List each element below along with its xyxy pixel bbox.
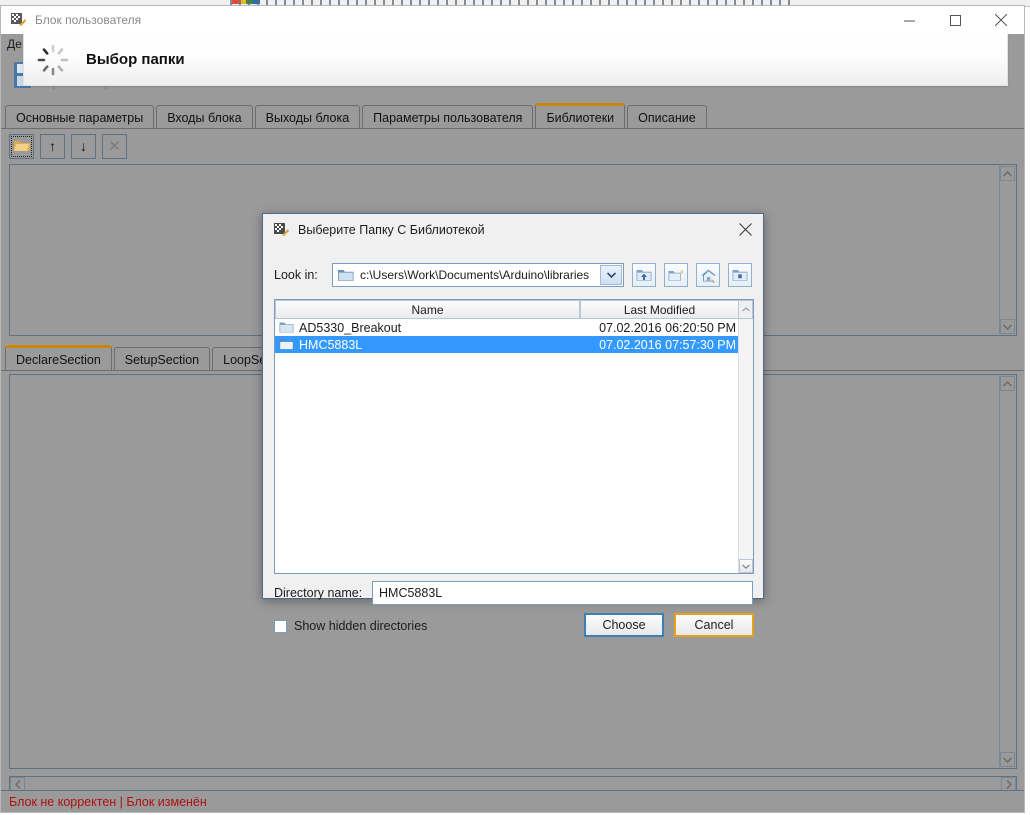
file-modified: 07.02.2016 07:57:30 PM	[599, 337, 736, 352]
table-row[interactable]: AD5330_Breakout 07.02.2016 06:20:50 PM	[275, 319, 739, 336]
maximize-icon[interactable]	[932, 6, 978, 34]
detail-view-button[interactable]	[728, 263, 752, 287]
splash-label: Выбор папки	[86, 51, 185, 68]
chevron-down-icon[interactable]	[739, 559, 753, 573]
show-hidden-directories-checkbox[interactable]: Show hidden directories	[274, 619, 427, 633]
file-list-header: Name Last Modified	[275, 300, 753, 319]
spinner-icon	[36, 43, 70, 77]
window-title: Блок пользователя	[35, 13, 142, 27]
close-icon[interactable]	[978, 6, 1024, 34]
lookin-row: Look in: c:\Users\Work\Documents\Arduino…	[274, 262, 754, 288]
close-x-icon: ✕	[108, 137, 121, 155]
tab-label: Основные параметры	[16, 110, 144, 125]
folder-chooser-dialog: Выберите Папку С Библиотекой Look in: c:…	[262, 213, 764, 637]
main-tabstrip: Основные параметры Входы блока Выходы бл…	[5, 103, 709, 129]
move-up-button[interactable]: ↑	[40, 133, 65, 159]
chevron-down-icon[interactable]	[600, 265, 622, 285]
button-label: Cancel	[694, 618, 734, 632]
lookin-value: c:\Users\Work\Documents\Arduino\librarie…	[360, 268, 590, 282]
new-folder-button[interactable]	[664, 263, 688, 287]
tab-declare-section[interactable]: DeclareSection	[5, 345, 112, 371]
file-name: HMC5883L	[299, 337, 363, 352]
app-icon	[10, 12, 26, 28]
move-down-button[interactable]: ↓	[71, 133, 96, 159]
directory-name-label: Directory name:	[274, 586, 363, 600]
tab-label: Выходы блока	[265, 110, 350, 125]
button-label: Choose	[602, 618, 646, 632]
tab-setup-section[interactable]: SetupSection	[113, 347, 211, 371]
file-name: AD5330_Breakout	[299, 320, 402, 335]
checkbox-box[interactable]	[274, 619, 287, 633]
tab-parametry-polzovatelya[interactable]: Параметры пользователя	[362, 105, 534, 129]
close-icon[interactable]	[733, 218, 757, 240]
column-label: Name	[411, 302, 444, 317]
dialog-title: Выберите Папку С Библиотекой	[298, 222, 485, 237]
file-list-scrollbar[interactable]	[738, 319, 753, 573]
tab-opisanie[interactable]: Описание	[627, 105, 707, 129]
file-modified: 07.02.2016 06:20:50 PM	[599, 320, 736, 335]
tab-label: Библиотеки	[546, 110, 615, 125]
folder-icon	[338, 268, 354, 282]
window-titlebar: Блок пользователя	[1, 6, 1024, 34]
code-editor-scrollbar[interactable]	[999, 376, 1015, 767]
directory-name-input[interactable]: HMC5883L	[372, 581, 753, 605]
minimize-icon[interactable]	[886, 6, 932, 34]
dialog-body: Look in: c:\Users\Work\Documents\Arduino…	[263, 245, 763, 637]
lookin-combobox[interactable]: c:\Users\Work\Documents\Arduino\librarie…	[332, 263, 624, 287]
chevron-up-icon[interactable]	[1000, 376, 1015, 391]
arrow-up-icon: ↑	[49, 138, 56, 154]
status-message: Блок не корректен | Блок изменён	[9, 794, 207, 809]
delete-button[interactable]: ✕	[102, 133, 127, 159]
loading-splash: Выбор папки	[23, 34, 1008, 86]
tab-biblioteki[interactable]: Библиотеки	[535, 103, 626, 129]
statusbar: Блок не корректен | Блок изменён	[1, 790, 1024, 812]
window-controls	[886, 6, 1024, 34]
column-header-last-modified[interactable]: Last Modified	[580, 300, 739, 319]
chevron-down-icon[interactable]	[1000, 319, 1015, 334]
cancel-button[interactable]: Cancel	[674, 613, 754, 637]
tab-label: Параметры пользователя	[373, 110, 523, 125]
menu-item-file[interactable]: Де	[7, 37, 22, 51]
chevron-down-icon[interactable]	[1000, 752, 1015, 767]
chevron-up-icon[interactable]	[739, 300, 753, 319]
column-label: Last Modified	[623, 302, 696, 317]
arrow-down-icon: ↓	[80, 138, 87, 154]
tab-label: Описание	[638, 110, 696, 125]
home-button[interactable]	[696, 263, 720, 287]
dialog-actions: Choose Cancel	[584, 613, 754, 637]
parent-directory-button[interactable]	[632, 263, 656, 287]
tab-label: DeclareSection	[16, 352, 101, 367]
chevron-left-icon[interactable]	[10, 777, 25, 791]
library-toolbar: ↑ ↓ ✕	[1, 130, 1024, 162]
folder-icon	[279, 321, 294, 334]
directory-name-row: Directory name: HMC5883L	[274, 581, 754, 605]
file-list-rows: AD5330_Breakout 07.02.2016 06:20:50 PM H…	[275, 319, 753, 353]
tab-vhody-bloka[interactable]: Входы блока	[156, 105, 253, 129]
section-tabstrip: DeclareSection SetupSection LoopSect	[5, 345, 289, 371]
chevron-right-icon[interactable]	[1001, 777, 1016, 791]
tab-osnovnye-parametry[interactable]: Основные параметры	[5, 105, 155, 129]
app-icon	[273, 222, 289, 238]
choose-button[interactable]: Choose	[584, 613, 664, 637]
file-list[interactable]: Name Last Modified AD5330_Breakout 07.02…	[274, 299, 754, 574]
library-list-scrollbar[interactable]	[999, 166, 1015, 334]
lookin-label: Look in:	[274, 268, 318, 282]
dialog-bottom-row: Show hidden directories Choose Cancel	[274, 613, 754, 639]
table-row[interactable]: HMC5883L 07.02.2016 07:57:30 PM	[275, 336, 739, 353]
dialog-titlebar: Выберите Папку С Библиотекой	[263, 214, 763, 245]
tab-label: SetupSection	[124, 352, 200, 367]
tab-label: Входы блока	[167, 110, 242, 125]
column-header-name[interactable]: Name	[275, 300, 580, 319]
tab-vyhody-bloka[interactable]: Выходы блока	[254, 105, 361, 129]
chevron-up-icon[interactable]	[1000, 166, 1015, 181]
directory-name-value: HMC5883L	[379, 586, 443, 600]
tabstrip-divider	[1, 128, 1024, 129]
show-hidden-label: Show hidden directories	[294, 619, 428, 633]
folder-icon	[279, 338, 294, 351]
open-folder-button[interactable]	[9, 133, 34, 159]
